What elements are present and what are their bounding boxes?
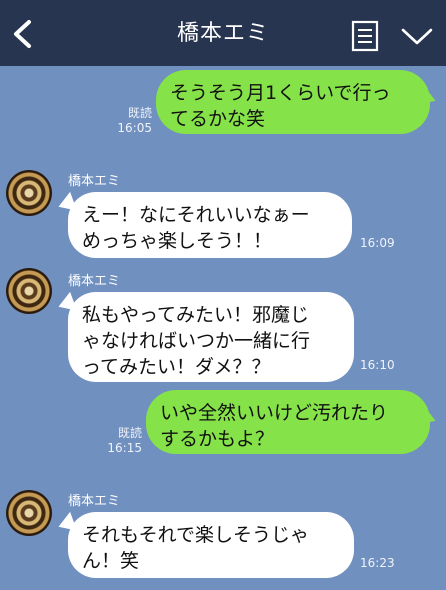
sender-name: 橋本エミ: [68, 174, 121, 189]
message-bubble-outgoing[interactable]: そうそう月1くらいで行っ てるかな笑: [156, 70, 430, 134]
message-list[interactable]: 既読 16:05 そうそう月1くらいで行っ てるかな笑 橋本エミ えー！なにそれ…: [0, 66, 446, 590]
message-meta: 既読 16:15: [102, 426, 142, 456]
avatar[interactable]: [6, 268, 52, 314]
message-bubble-incoming[interactable]: それもそれで楽しそうじゃ ん！笑: [68, 512, 354, 578]
sender-name: 橋本エミ: [68, 494, 121, 509]
notes-button[interactable]: [350, 20, 380, 52]
menu-toggle-button[interactable]: [400, 24, 434, 48]
message-time: 16:10: [360, 358, 395, 372]
chevron-left-icon: [14, 20, 31, 48]
message-time: 16:15: [107, 441, 142, 455]
back-button[interactable]: [6, 14, 38, 54]
avatar[interactable]: [6, 490, 52, 536]
message-meta: 既読 16:05: [112, 106, 152, 136]
message-bubble-outgoing[interactable]: いや全然いいけど汚れたり するかもよ？: [146, 390, 430, 454]
chat-title: 橋本エミ: [176, 21, 269, 46]
read-receipt: 既読: [117, 426, 142, 440]
chat-header: 橋本エミ: [0, 0, 446, 66]
notes-icon: [351, 20, 379, 52]
message-time: 16:23: [360, 556, 395, 570]
read-receipt: 既読: [127, 106, 152, 120]
message-time: 16:05: [117, 121, 152, 135]
message-bubble-incoming[interactable]: 私もやってみたい！邪魔じ ゃなければいつか一緒に行 ってみたい！ダメ？？: [68, 292, 354, 382]
message-time: 16:09: [360, 236, 395, 250]
chevron-down-icon: [401, 28, 433, 45]
avatar[interactable]: [6, 170, 52, 216]
sender-name: 橋本エミ: [68, 274, 121, 289]
message-bubble-incoming[interactable]: えー！なにそれいいなぁー めっちゃ楽しそう！！: [68, 192, 352, 258]
